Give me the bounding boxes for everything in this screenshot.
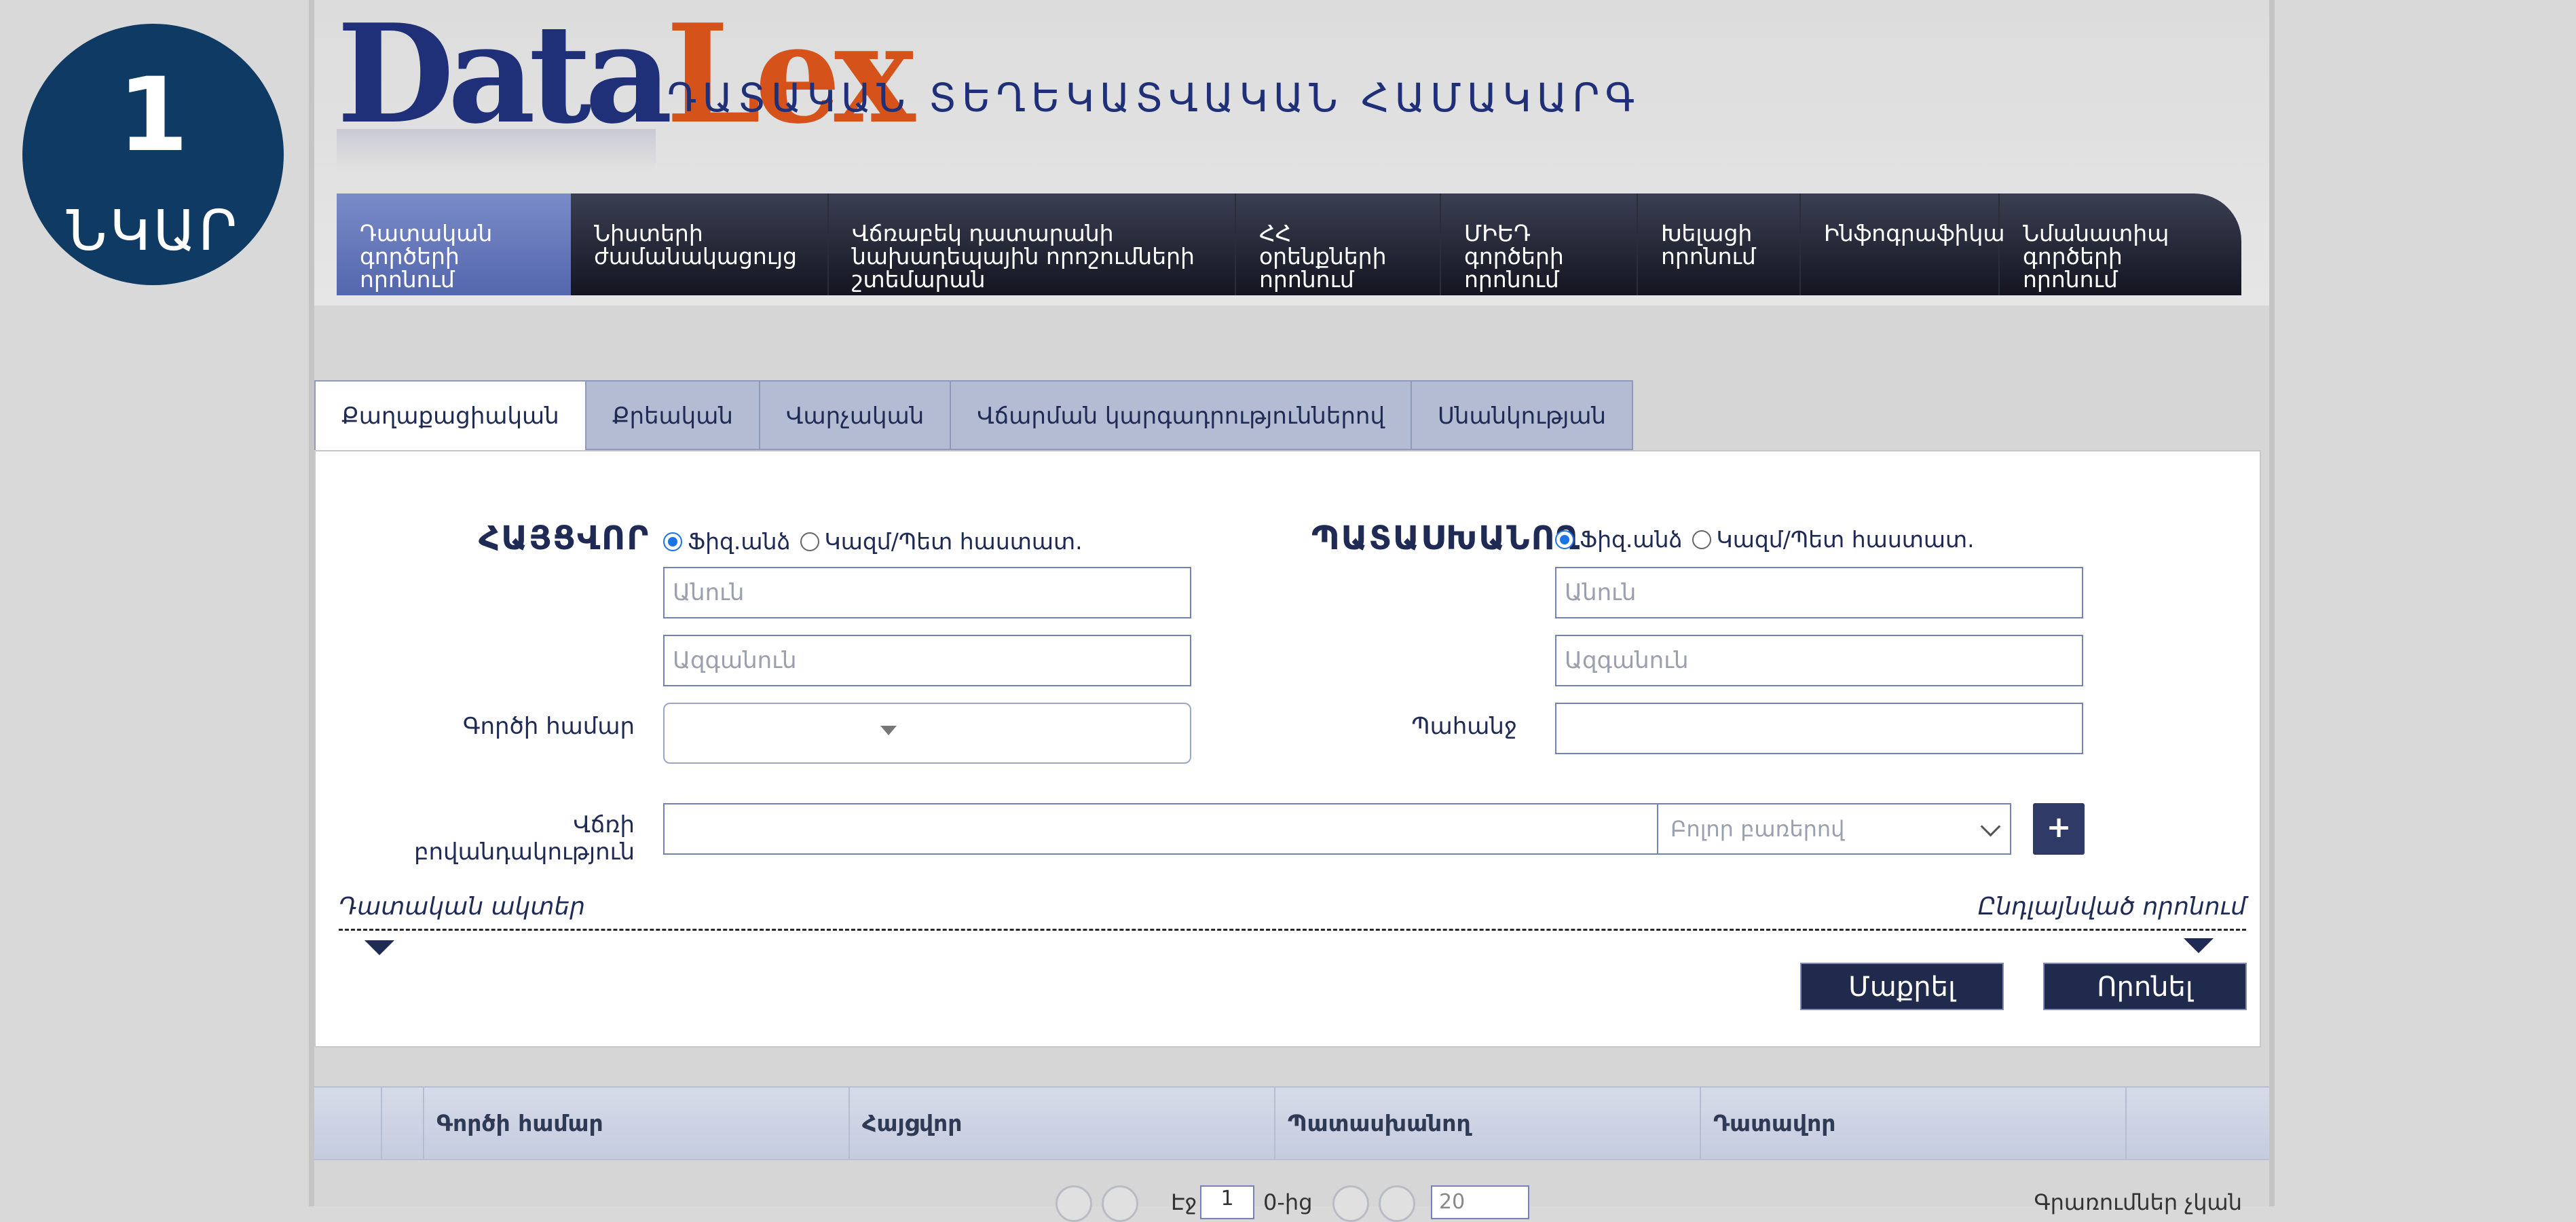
tab-bankruptcy[interactable]: Սնանկության: [1412, 380, 1634, 450]
last-page-icon[interactable]: [1379, 1185, 1415, 1222]
tab-civil[interactable]: Քաղաքացիական: [314, 380, 586, 452]
judicial-acts-expand-icon[interactable]: [365, 940, 394, 955]
defendant-title: ՊԱՏԱՍԽԱՆՈՂ: [1311, 519, 1581, 557]
search-form: ՀԱՅՑՎՈՐ Ֆիզ.անձ Կազմ/Պետ հաստատ. Անուն Ա…: [314, 450, 2261, 1048]
radio-label: Կազմ/Պետ հաստատ.: [1716, 526, 1975, 553]
add-criteria-button[interactable]: +: [2033, 803, 2085, 855]
nav-label: ժամանակացույց: [594, 243, 798, 270]
nav-label: շտեմարան: [852, 266, 986, 293]
column-judge[interactable]: Դատավոր: [1701, 1088, 2127, 1159]
case-number-select[interactable]: [663, 703, 1191, 764]
results-table-header: Գործի համար Հայցվոր Պատասխանող Դատավոր: [314, 1086, 2269, 1160]
nav-label: որոնում: [1464, 266, 1559, 293]
tab-criminal[interactable]: Քրեական: [586, 380, 760, 450]
tab-payment-orders[interactable]: Վճարման կարգադրություններով: [951, 380, 1413, 450]
logo-reflection: [337, 129, 656, 170]
nav-similar-cases[interactable]: Նմանատիպ գործերի որոնում: [2000, 193, 2241, 295]
nav-label: Ինֆոգրաֆիկա: [1824, 220, 2005, 246]
header: DataLex ԴԱՏԱԿԱՆ ՏԵՂԵԿԱՏՎԱԿԱՆ ՀԱՄԱԿԱՐԳ Դա…: [314, 0, 2269, 306]
verdict-content-input[interactable]: [663, 803, 1658, 855]
judicial-acts-toggle[interactable]: Դատական ակտեր: [339, 893, 585, 921]
table-header-cell: [382, 1088, 424, 1159]
plaintiff-org-radio[interactable]: [800, 532, 819, 551]
radio-label: Կազմ/Պետ հաստատ.: [824, 528, 1083, 555]
column-case-number[interactable]: Գործի համար: [424, 1088, 850, 1159]
next-page-icon[interactable]: [1332, 1185, 1369, 1222]
main-navigation: Դատական գործերի որոնում Նիստերի ժամանակա…: [337, 193, 2241, 295]
nav-laws-search[interactable]: ՀՀ օրենքների որոնում: [1236, 193, 1441, 295]
plaintiff-physical-radio[interactable]: [663, 532, 682, 551]
nav-label: Նմանատիպ: [2023, 220, 2169, 246]
nav-label: Վճռաբեկ դատարանի: [852, 220, 1114, 246]
page-total: 0-ից: [1263, 1189, 1313, 1215]
plaintiff-last-name-input[interactable]: Ազգանուն: [663, 635, 1191, 686]
nav-label: Դատական: [360, 220, 493, 246]
nav-label: գործերի որոնում: [360, 243, 460, 293]
badge-number: 1: [117, 56, 189, 174]
defendant-physical-radio[interactable]: [1555, 530, 1574, 549]
page-prefix: Էջ: [1171, 1189, 1197, 1215]
page-number-input[interactable]: 1: [1200, 1185, 1254, 1219]
case-type-tabs: Քաղաքացիական Քրեական Վարչական Վճարման կա…: [314, 380, 1634, 452]
nav-echr-search[interactable]: ՄԻԵԴ գործերի որոնում: [1441, 193, 1638, 295]
pagination: Էջ 1 0-ից 20 Գրառումներ չկան: [314, 1161, 2269, 1222]
plaintiff-first-name-input[interactable]: Անուն: [663, 567, 1191, 618]
defendant-last-name-input[interactable]: Ազգանուն: [1555, 635, 2083, 686]
table-header-cell: [2127, 1088, 2198, 1159]
tab-administrative[interactable]: Վարչական: [760, 380, 952, 450]
prev-page-icon[interactable]: [1102, 1185, 1138, 1222]
figure-badge: 1 ՆԿԱՐ: [22, 24, 284, 285]
nav-label: ՀՀ օրենքների: [1259, 220, 1387, 270]
plaintiff-type-radios: Ֆիզ.անձ Կազմ/Պետ հաստատ.: [663, 528, 1092, 555]
column-plaintiff[interactable]: Հայցվոր: [850, 1088, 1275, 1159]
search-button[interactable]: Որոնել: [2043, 963, 2247, 1010]
defendant-type-radios: Ֆիզ.անձ Կազմ/Պետ հաստատ.: [1555, 526, 1984, 553]
nav-cassation-precedents[interactable]: Վճռաբեկ դատարանի նախադեպային որոշումների…: [829, 193, 1236, 295]
nav-label: գործերի: [1464, 243, 1564, 270]
chevron-down-icon: [1980, 816, 2001, 837]
search-mode-value: Բոլոր բառերով: [1670, 816, 1845, 842]
nav-smart-search[interactable]: Խելացի որոնում: [1638, 193, 1801, 295]
search-section: Քաղաքացիական Քրեական Վարչական Վճարման կա…: [314, 380, 2269, 1048]
radio-label: Ֆիզ.անձ: [1580, 526, 1683, 553]
advanced-search-toggle[interactable]: Ընդլայնված որոնում: [1978, 893, 2246, 921]
advanced-search-expand-icon[interactable]: [2184, 938, 2214, 953]
nav-case-search[interactable]: Դատական գործերի որոնում: [337, 193, 571, 295]
nav-label: Նիստերի: [594, 220, 703, 246]
nav-label: գործերի որոնում: [2023, 243, 2123, 293]
nav-label: նախադեպային որոշումների: [852, 243, 1195, 270]
section-divider: [339, 929, 2246, 931]
system-title: ԴԱՏԱԿԱՆ ՏԵՂԵԿԱՏՎԱԿԱՆ ՀԱՄԱԿԱՐԳ: [667, 75, 1641, 121]
records-status: Գրառումներ չկան: [2034, 1189, 2242, 1215]
nav-label: ՄԻԵԴ: [1464, 220, 1531, 246]
first-page-icon[interactable]: [1056, 1185, 1092, 1222]
table-header-cell: [314, 1088, 382, 1159]
page-frame: DataLex ԴԱՏԱԿԱՆ ՏԵՂԵԿԱՏՎԱԿԱՆ ՀԱՄԱԿԱՐԳ Դա…: [309, 0, 2275, 1222]
defendant-first-name-input[interactable]: Անուն: [1555, 567, 2083, 618]
nav-label: Խելացի: [1661, 220, 1753, 246]
nav-infographics[interactable]: Ինֆոգրաֆիկա: [1801, 193, 2005, 295]
defendant-org-radio[interactable]: [1692, 530, 1711, 549]
nav-label: որոնում: [1259, 266, 1354, 293]
case-number-label: Գործի համար: [462, 713, 635, 740]
column-defendant[interactable]: Պատասխանող: [1275, 1088, 1701, 1159]
nav-label: որոնում: [1661, 243, 1756, 270]
claim-label: Պահանջ: [1411, 713, 1517, 740]
page-size-select[interactable]: 20: [1431, 1185, 1529, 1219]
radio-label: Ֆիզ.անձ: [688, 528, 791, 555]
badge-label: ՆԿԱՐ: [66, 199, 240, 263]
verdict-content-label: Վճռի բովանդակություն: [413, 811, 635, 866]
plaintiff-title: ՀԱՅՑՎՈՐ: [479, 519, 650, 557]
search-mode-select[interactable]: Բոլոր բառերով: [1657, 803, 2011, 855]
clear-button[interactable]: Մաքրել: [1800, 963, 2004, 1010]
nav-hearing-schedule[interactable]: Նիստերի ժամանակացույց: [571, 193, 829, 295]
chevron-down-icon: [880, 726, 897, 735]
claim-input[interactable]: [1555, 703, 2083, 754]
